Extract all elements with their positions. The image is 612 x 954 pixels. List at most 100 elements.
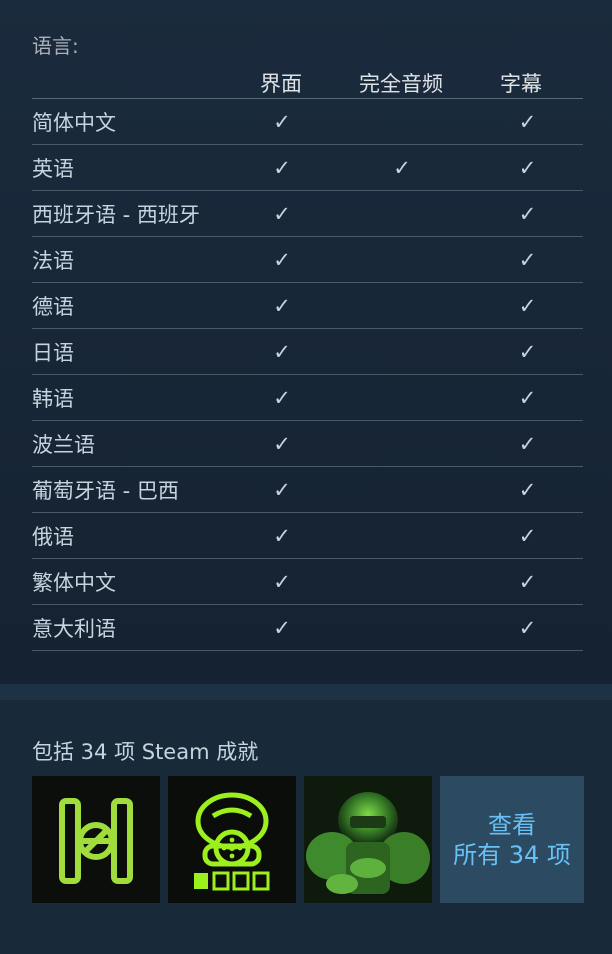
languages-table: 简体中文 ✓ ✓ 英语 ✓ ✓ ✓ 西班牙语 - 西班牙 ✓ ✓ 法语 ✓ ✓ 德语 ✓ ✓ 日语 ✓ ✓ 韩语 ✓ ✓ 波… xyxy=(32,99,583,651)
check-audio xyxy=(332,328,472,375)
language-name: 德语 xyxy=(32,282,232,329)
language-row: 韩语 ✓ ✓ xyxy=(32,374,583,421)
check-audio xyxy=(332,236,472,283)
check-interface: ✓ xyxy=(232,282,332,329)
check-audio xyxy=(332,420,472,467)
check-interface: ✓ xyxy=(232,144,332,191)
check-audio xyxy=(332,558,472,605)
language-row: 俄语 ✓ ✓ xyxy=(32,512,583,559)
check-audio xyxy=(332,99,472,145)
check-interface: ✓ xyxy=(232,558,332,605)
check-subtitles: ✓ xyxy=(472,466,583,513)
language-row: 日语 ✓ ✓ xyxy=(32,328,583,375)
check-subtitles: ✓ xyxy=(472,190,583,237)
check-audio xyxy=(332,190,472,237)
language-name: 法语 xyxy=(32,236,232,283)
gas-mask-icon xyxy=(168,776,296,903)
achievements-title: 包括 34 项 Steam 成就 xyxy=(32,740,259,764)
check-audio: ✓ xyxy=(332,144,472,191)
language-row: 德语 ✓ ✓ xyxy=(32,282,583,329)
language-name: 简体中文 xyxy=(32,99,232,145)
checkmark-icon: ✓ xyxy=(273,155,291,180)
language-row: 西班牙语 - 西班牙 ✓ ✓ xyxy=(32,190,583,237)
language-name: 葡萄牙语 - 巴西 xyxy=(32,466,232,513)
check-subtitles: ✓ xyxy=(472,512,583,559)
language-name: 韩语 xyxy=(32,374,232,421)
checkmark-icon: ✓ xyxy=(273,523,291,548)
check-subtitles: ✓ xyxy=(472,558,583,605)
checkmark-icon: ✓ xyxy=(518,431,537,456)
checkmark-icon: ✓ xyxy=(518,247,537,272)
language-name: 俄语 xyxy=(32,512,232,559)
check-interface: ✓ xyxy=(232,420,332,467)
check-subtitles: ✓ xyxy=(472,99,583,145)
language-row: 繁体中文 ✓ ✓ xyxy=(32,558,583,605)
check-subtitles: ✓ xyxy=(472,420,583,467)
check-interface: ✓ xyxy=(232,236,332,283)
checkmark-icon: ✓ xyxy=(273,385,291,410)
language-name: 英语 xyxy=(32,144,232,191)
checkmark-icon: ✓ xyxy=(518,615,537,640)
section-divider xyxy=(0,684,612,700)
achievement-2[interactable] xyxy=(168,776,296,903)
checkmark-icon: ✓ xyxy=(273,293,291,318)
checkmark-icon: ✓ xyxy=(518,155,537,180)
checkmark-icon: ✓ xyxy=(518,293,537,318)
check-audio xyxy=(332,466,472,513)
check-audio xyxy=(332,374,472,421)
language-row: 波兰语 ✓ ✓ xyxy=(32,420,583,467)
armored-soldier-icon xyxy=(304,776,432,903)
checkmark-icon: ✓ xyxy=(273,201,291,226)
checkmark-icon: ✓ xyxy=(393,155,411,180)
checkmark-icon: ✓ xyxy=(518,339,537,364)
achievement-3[interactable] xyxy=(304,776,432,903)
check-subtitles: ✓ xyxy=(472,236,583,283)
check-subtitles: ✓ xyxy=(472,144,583,191)
languages-panel: 语言: 界面 完全音频 字幕 简体中文 ✓ ✓ 英语 ✓ ✓ ✓ 西班牙语 - 西班牙 ✓ ✓ 法语… xyxy=(0,0,612,684)
check-interface: ✓ xyxy=(232,512,332,559)
view-all-achievements-button[interactable]: 查看 所有 34 项 xyxy=(440,776,584,903)
checkmark-icon: ✓ xyxy=(273,477,291,502)
language-name: 意大利语 xyxy=(32,604,232,651)
language-name: 波兰语 xyxy=(32,420,232,467)
language-row: 法语 ✓ ✓ xyxy=(32,236,583,283)
language-row: 葡萄牙语 - 巴西 ✓ ✓ xyxy=(32,466,583,513)
achievement-1[interactable] xyxy=(32,776,160,903)
check-subtitles: ✓ xyxy=(472,604,583,651)
checkmark-icon: ✓ xyxy=(273,247,291,272)
check-subtitles: ✓ xyxy=(472,282,583,329)
language-name: 西班牙语 - 西班牙 xyxy=(32,190,232,237)
check-audio xyxy=(332,282,472,329)
language-row: 意大利语 ✓ ✓ xyxy=(32,604,583,651)
checkmark-icon: ✓ xyxy=(518,201,537,226)
checkmark-icon: ✓ xyxy=(518,477,537,502)
checkmark-icon: ✓ xyxy=(273,431,291,456)
check-audio xyxy=(332,604,472,651)
no-entry-badge-icon xyxy=(32,776,160,903)
check-audio xyxy=(332,512,472,559)
language-name: 日语 xyxy=(32,328,232,375)
languages-title: 语言: xyxy=(32,34,79,58)
checkmark-icon: ✓ xyxy=(273,339,291,364)
checkmark-icon: ✓ xyxy=(518,109,537,134)
checkmark-icon: ✓ xyxy=(273,615,291,640)
checkmark-icon: ✓ xyxy=(273,569,291,594)
language-row: 简体中文 ✓ ✓ xyxy=(32,99,583,145)
checkmark-icon: ✓ xyxy=(273,109,291,134)
language-name: 繁体中文 xyxy=(32,558,232,605)
check-interface: ✓ xyxy=(232,99,332,145)
language-row: 英语 ✓ ✓ ✓ xyxy=(32,144,583,191)
checkmark-icon: ✓ xyxy=(518,569,537,594)
check-interface: ✓ xyxy=(232,328,332,375)
checkmark-icon: ✓ xyxy=(518,523,537,548)
check-subtitles: ✓ xyxy=(472,328,583,375)
check-interface: ✓ xyxy=(232,604,332,651)
check-interface: ✓ xyxy=(232,190,332,237)
checkmark-icon: ✓ xyxy=(518,385,537,410)
view-all-line1: 查看 xyxy=(488,810,536,839)
view-all-line2: 所有 34 项 xyxy=(453,840,571,869)
check-subtitles: ✓ xyxy=(472,374,583,421)
column-subtitles: 字幕 xyxy=(500,72,542,96)
check-interface: ✓ xyxy=(232,466,332,513)
check-interface: ✓ xyxy=(232,374,332,421)
